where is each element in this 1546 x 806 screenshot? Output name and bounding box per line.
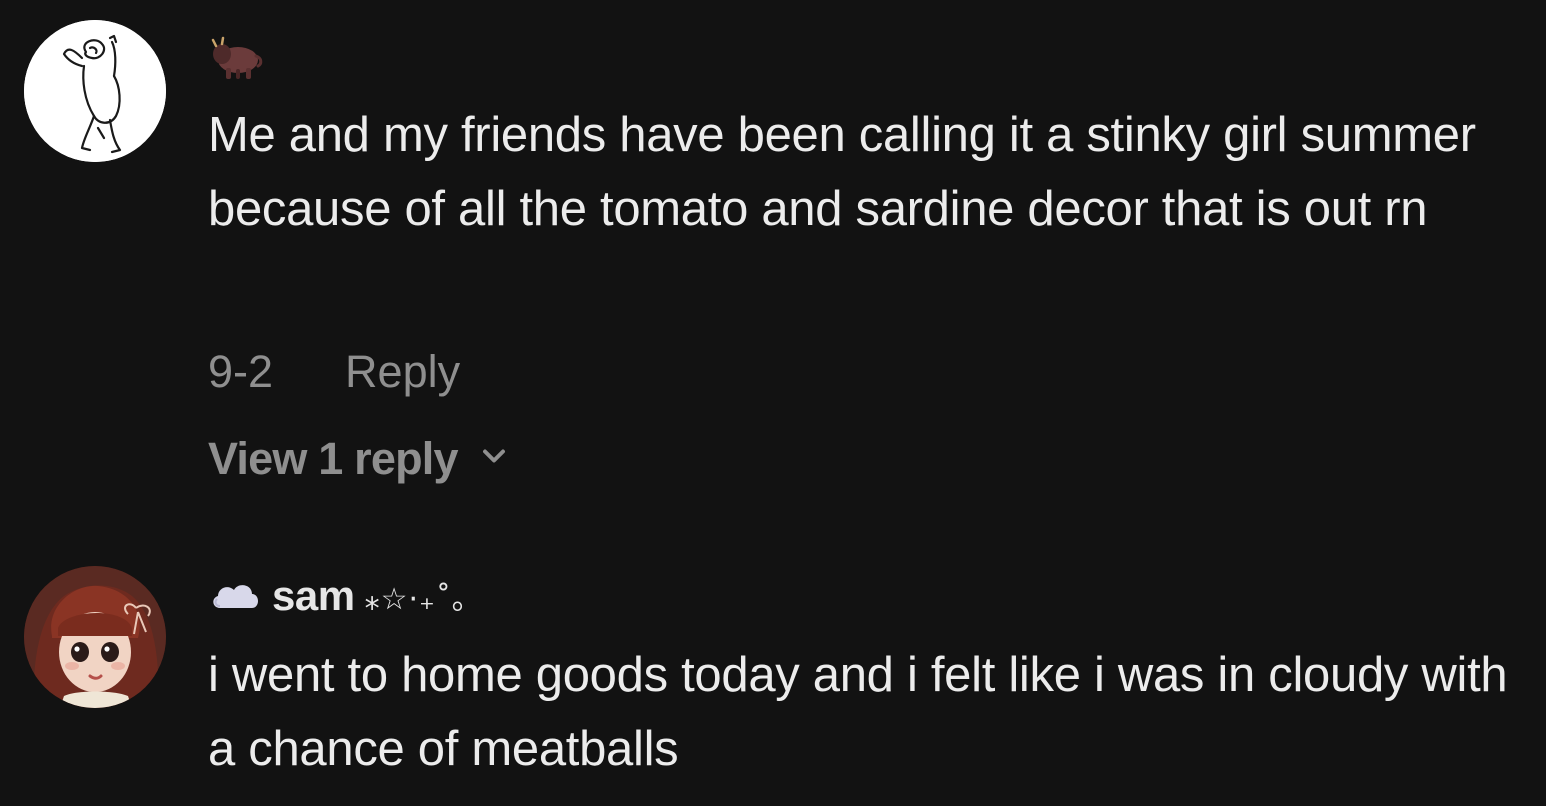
username[interactable]: sam bbox=[272, 572, 355, 620]
comment-meta: 9-2 Reply bbox=[208, 342, 460, 402]
cloud-icon bbox=[208, 576, 262, 617]
avatar[interactable] bbox=[24, 20, 166, 162]
comment-header bbox=[208, 30, 274, 90]
avatar[interactable] bbox=[24, 566, 166, 708]
chevron-down-icon bbox=[476, 432, 512, 485]
view-replies-button[interactable]: View 1 reply bbox=[208, 432, 512, 485]
comment-date: 9-2 bbox=[208, 346, 274, 397]
comment-header: sam ⁎☆·₊˚｡ bbox=[208, 566, 468, 626]
bison-icon bbox=[208, 34, 264, 87]
reply-button[interactable]: Reply bbox=[345, 342, 460, 402]
view-replies-label: View 1 reply bbox=[208, 432, 459, 484]
comment-text: i went to home goods today and i felt li… bbox=[208, 648, 1508, 776]
comment-text: Me and my friends have been calling it a… bbox=[208, 108, 1476, 236]
name-decoration: ⁎☆·₊˚｡ bbox=[364, 582, 468, 617]
